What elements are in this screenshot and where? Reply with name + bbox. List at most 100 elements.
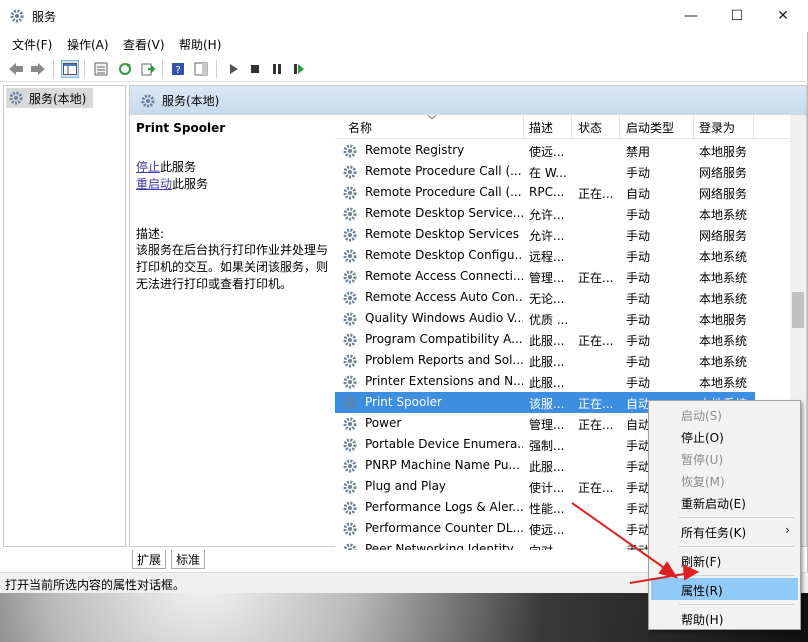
service-name: Remote Desktop Configu... bbox=[365, 248, 523, 262]
service-logon: 本地系统 bbox=[699, 292, 748, 306]
service-startup: 禁用 bbox=[626, 145, 651, 159]
help-icon[interactable]: ? bbox=[169, 60, 187, 78]
tab-extended[interactable]: 扩展 bbox=[132, 550, 167, 569]
service-row[interactable]: Remote Desktop Services 允许... 手动 网络服务 bbox=[335, 224, 755, 245]
service-logon: 本地系统 bbox=[699, 355, 748, 369]
menu-file[interactable]: 文件(F) bbox=[12, 36, 52, 53]
service-desc: 此服... bbox=[529, 334, 565, 348]
service-startup: 手动 bbox=[626, 250, 651, 264]
service-desc: 管理... bbox=[529, 418, 565, 432]
sort-chevron-icon bbox=[427, 115, 437, 120]
service-gear-icon bbox=[342, 332, 358, 348]
service-desc: 远程... bbox=[529, 250, 565, 264]
service-startup: 手动 bbox=[626, 166, 651, 180]
service-gear-icon bbox=[342, 542, 358, 550]
restart-link-suffix: 此服务 bbox=[172, 177, 209, 191]
context-menu-label: 停止(O) bbox=[681, 431, 724, 445]
service-logon: 本地服务 bbox=[699, 145, 748, 159]
pause-service-icon[interactable] bbox=[268, 60, 286, 78]
service-gear-icon bbox=[342, 521, 358, 537]
start-service-icon[interactable] bbox=[224, 60, 242, 78]
menu-view[interactable]: 查看(V) bbox=[123, 36, 165, 53]
minimize-button[interactable]: — bbox=[668, 0, 714, 32]
service-row[interactable]: Printer Extensions and N... 此服... 手动 本地系统 bbox=[335, 371, 755, 392]
service-desc: 在 W... bbox=[529, 166, 567, 180]
service-desc: 使计... bbox=[529, 481, 565, 495]
service-desc: 强制... bbox=[529, 439, 565, 453]
pane-header-title: 服务(本地) bbox=[162, 94, 220, 108]
properties-list-icon[interactable] bbox=[92, 60, 110, 78]
service-name: Remote Registry bbox=[365, 143, 465, 157]
svg-text:?: ? bbox=[175, 65, 180, 76]
service-name: Performance Counter DL... bbox=[365, 521, 523, 535]
context-menu-label: 所有任务(K) bbox=[681, 526, 747, 540]
service-gear-icon bbox=[342, 206, 358, 222]
service-desc: 允许... bbox=[529, 229, 565, 243]
column-header-startup-type[interactable]: 启动类型 bbox=[626, 119, 674, 136]
context-menu-label: 恢复(M) bbox=[681, 475, 725, 489]
service-row[interactable]: Remote Procedure Call (... RPC... 正在... 自动 网… bbox=[335, 182, 755, 203]
context-menu-item[interactable]: 帮助(H) bbox=[651, 607, 798, 629]
service-gear-icon bbox=[342, 437, 358, 453]
refresh-icon[interactable] bbox=[116, 60, 134, 78]
context-menu-item[interactable]: 所有任务(K) › bbox=[651, 520, 798, 542]
service-name: Problem Reports and Sol... bbox=[365, 353, 523, 367]
context-menu-label: 属性(R) bbox=[681, 584, 723, 598]
title-bar[interactable]: 服务 — ☐ ✕ bbox=[0, 0, 808, 32]
menu-action[interactable]: 操作(A) bbox=[67, 36, 109, 53]
tree-item-services-local[interactable]: 服务(本地) bbox=[6, 88, 93, 108]
service-row[interactable]: Remote Registry 使远... 禁用 本地服务 bbox=[335, 140, 755, 161]
service-name: Plug and Play bbox=[365, 479, 447, 493]
context-menu-item[interactable]: 停止(O) bbox=[651, 425, 798, 447]
column-header-name[interactable]: 名称 bbox=[348, 119, 372, 136]
service-logon: 网络服务 bbox=[699, 229, 748, 243]
menu-help[interactable]: 帮助(H) bbox=[179, 36, 221, 53]
forward-icon[interactable] bbox=[29, 60, 47, 78]
scrollbar-thumb[interactable] bbox=[792, 292, 804, 328]
column-header-logon-as[interactable]: 登录为 bbox=[699, 119, 735, 136]
restart-service-link[interactable]: 重启动 bbox=[136, 177, 172, 191]
service-row[interactable]: Remote Access Connecti... 管理... 正在... 手动 本地系… bbox=[335, 266, 755, 287]
export-list-icon[interactable] bbox=[139, 60, 157, 78]
service-name: Remote Desktop Services bbox=[365, 227, 520, 241]
service-row[interactable]: Quality Windows Audio V... 优质 ... 手动 本地服务 bbox=[335, 308, 755, 329]
service-name: Performance Logs & Aler... bbox=[365, 500, 523, 514]
service-row[interactable]: Remote Access Auto Con... 无论... 手动 本地系统 bbox=[335, 287, 755, 308]
context-menu-label: 重新启动(E) bbox=[681, 497, 746, 511]
menu-separator bbox=[679, 546, 794, 547]
services-gear-icon bbox=[9, 91, 23, 105]
back-icon[interactable] bbox=[7, 60, 25, 78]
service-logon: 网络服务 bbox=[699, 187, 748, 201]
service-logon: 本地服务 bbox=[699, 313, 748, 327]
service-name: Remote Desktop Service... bbox=[365, 206, 523, 220]
service-row[interactable]: Problem Reports and Sol... 此服... 手动 本地系统 bbox=[335, 350, 755, 371]
console-tree-icon[interactable] bbox=[61, 60, 79, 78]
context-menu-item[interactable]: 属性(R) bbox=[651, 578, 798, 600]
description-text: 该服务在后台执行打印作业并处理与打印机的交互。如果关闭该服务，则无法进行打印或查… bbox=[136, 243, 329, 291]
restart-service-icon[interactable] bbox=[290, 60, 308, 78]
service-row[interactable]: Remote Procedure Call (... 在 W... 手动 网络服务 bbox=[335, 161, 755, 182]
stop-service-icon[interactable] bbox=[246, 60, 264, 78]
context-menu: 启动(S) 停止(O) 暂停(U) 恢复(M) 重新启动(E) 所有任务(K) › 刷新(F)… bbox=[648, 400, 801, 630]
close-button[interactable]: ✕ bbox=[760, 0, 806, 32]
show-hide-pane-icon[interactable] bbox=[192, 60, 210, 78]
context-menu-item[interactable]: 刷新(F) bbox=[651, 549, 798, 571]
context-menu-item[interactable]: 重新启动(E) bbox=[651, 491, 798, 513]
service-row[interactable]: Remote Desktop Configu... 远程... 手动 本地系统 bbox=[335, 245, 755, 266]
maximize-button[interactable]: ☐ bbox=[714, 0, 760, 32]
column-header-status[interactable]: 状态 bbox=[578, 119, 602, 136]
stop-service-link[interactable]: 停止 bbox=[136, 160, 160, 174]
service-description-panel: Print Spooler 停止此服务 重启动此服务 描述: 该服务在后台执行打… bbox=[130, 115, 335, 546]
service-gear-icon bbox=[342, 143, 358, 159]
service-name: Program Compatibility A... bbox=[365, 332, 523, 346]
service-desc: 此服... bbox=[529, 355, 565, 369]
column-header-description[interactable]: 描述 bbox=[529, 119, 553, 136]
service-row[interactable]: Program Compatibility A... 此服... 正在... 手动 本地… bbox=[335, 329, 755, 350]
service-name: Remote Access Auto Con... bbox=[365, 290, 523, 304]
service-desc: 性能... bbox=[529, 502, 565, 516]
service-startup: 手动 bbox=[626, 271, 651, 285]
service-row[interactable]: Remote Desktop Service... 允许... 手动 本地系统 bbox=[335, 203, 755, 224]
menu-separator bbox=[679, 604, 794, 605]
services-gear-icon bbox=[10, 9, 24, 23]
tab-standard[interactable]: 标准 bbox=[171, 550, 206, 569]
